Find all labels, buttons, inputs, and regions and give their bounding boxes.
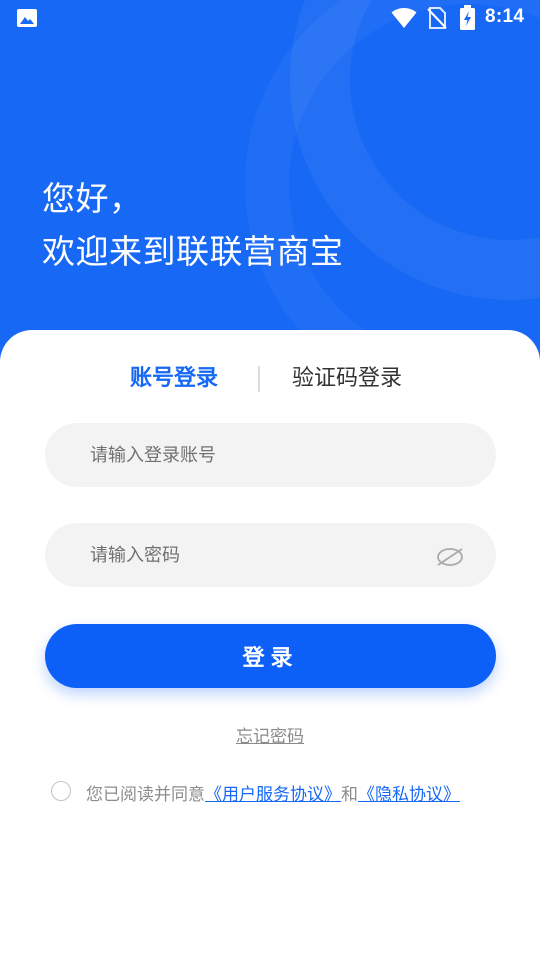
- tab-divider: [258, 366, 260, 392]
- status-time: 8:14: [485, 6, 525, 27]
- forgot-password-link[interactable]: 忘记密码: [0, 722, 540, 747]
- username-input[interactable]: [45, 423, 496, 487]
- privacy-agreement-link[interactable]: 《隐私协议》: [358, 785, 460, 805]
- greeting-line-2: 欢迎来到联联营商宝: [42, 232, 344, 271]
- username-field: [45, 423, 496, 487]
- login-tabs: 账号登录 验证码登录: [0, 360, 540, 400]
- gallery-icon: [17, 9, 37, 27]
- no-sim-icon: [427, 7, 447, 29]
- welcome-heading: 您好， 欢迎来到联联营商宝: [42, 172, 344, 278]
- wifi-icon: [391, 8, 417, 28]
- password-field: [45, 523, 496, 587]
- agree-checkbox[interactable]: [51, 781, 71, 801]
- agreement-conjunction: 和: [341, 785, 358, 805]
- greeting-line-1: 您好，: [42, 179, 143, 218]
- login-button[interactable]: 登录: [45, 624, 496, 688]
- agreement-prefix: 您已阅读并同意: [86, 785, 205, 805]
- agreement-text: 您已阅读并同意《用户服务协议》和《隐私协议》: [86, 780, 460, 805]
- eye-off-icon[interactable]: [435, 545, 465, 569]
- tab-account-login[interactable]: 账号登录: [130, 360, 218, 392]
- status-bar: 8:14: [0, 0, 540, 36]
- user-service-agreement-link[interactable]: 《用户服务协议》: [205, 785, 341, 805]
- tab-code-login[interactable]: 验证码登录: [292, 360, 402, 392]
- password-input[interactable]: [45, 523, 496, 587]
- battery-charging-icon: [460, 5, 475, 30]
